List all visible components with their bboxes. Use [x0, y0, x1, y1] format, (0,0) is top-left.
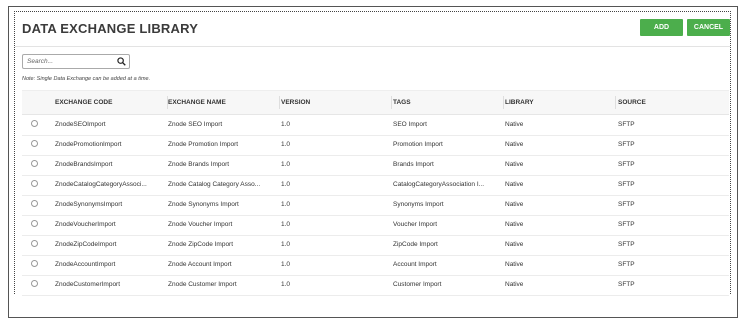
- header-library[interactable]: LIBRARY: [505, 99, 534, 106]
- cell-exchange-code: ZnodeBrandsImport: [55, 161, 113, 168]
- cell-tags: Synonyms Import: [393, 201, 444, 208]
- cell-source: SFTP: [618, 261, 635, 268]
- cell-library: Native: [505, 141, 524, 148]
- cell-exchange-name: Znode ZipCode Import: [168, 241, 234, 248]
- table-row[interactable]: ZnodeSEOImport Znode SEO Import 1.0 SEO …: [22, 115, 729, 136]
- cell-library: Native: [505, 201, 524, 208]
- cell-library: Native: [505, 121, 524, 128]
- table-row[interactable]: ZnodeVoucherImport Znode Voucher Import …: [22, 215, 729, 236]
- row-radio[interactable]: [31, 280, 38, 287]
- cell-library: Native: [505, 281, 524, 288]
- cell-exchange-name: Znode Promotion Import: [168, 141, 239, 148]
- cell-source: SFTP: [618, 141, 635, 148]
- cell-exchange-code: ZnodeAccountImport: [55, 261, 116, 268]
- table-row[interactable]: ZnodeCatalogCategoryAssoci... Znode Cata…: [22, 175, 729, 196]
- cell-library: Native: [505, 221, 524, 228]
- cell-exchange-name: Znode Customer Import: [168, 281, 237, 288]
- table-row[interactable]: ZnodeSynonymsImport Znode Synonyms Impor…: [22, 195, 729, 216]
- cell-tags: SEO Import: [393, 121, 427, 128]
- single-exchange-note: Note: Single Data Exchange can be added …: [22, 76, 151, 82]
- row-radio[interactable]: [31, 160, 38, 167]
- cell-version: 1.0: [281, 201, 291, 208]
- cell-source: SFTP: [618, 181, 635, 188]
- header-divider: [615, 96, 616, 109]
- cell-library: Native: [505, 261, 524, 268]
- cell-tags: Promotion Import: [393, 141, 443, 148]
- table-header: EXCHANGE CODE EXCHANGE NAME VERSION TAGS…: [22, 91, 729, 115]
- header-source[interactable]: SOURCE: [618, 99, 646, 106]
- cell-exchange-name: Znode Voucher Import: [168, 221, 233, 228]
- cell-source: SFTP: [618, 201, 635, 208]
- cell-version: 1.0: [281, 181, 291, 188]
- cell-version: 1.0: [281, 261, 291, 268]
- cell-tags: Customer Import: [393, 281, 442, 288]
- cell-exchange-name: Znode SEO Import: [168, 121, 223, 128]
- cell-exchange-code: ZnodeSynonymsImport: [55, 201, 123, 208]
- search-input[interactable]: Search...: [22, 54, 130, 69]
- cell-exchange-name: Znode Synonyms Import: [168, 201, 239, 208]
- cell-exchange-code: ZnodeCustomerImport: [55, 281, 121, 288]
- header-divider: [279, 96, 280, 109]
- cell-version: 1.0: [281, 121, 291, 128]
- header-version[interactable]: VERSION: [281, 99, 310, 106]
- cell-source: SFTP: [618, 241, 635, 248]
- cell-library: Native: [505, 161, 524, 168]
- cell-tags: ZipCode Import: [393, 241, 438, 248]
- row-radio[interactable]: [31, 260, 38, 267]
- table-row[interactable]: ZnodeCustomerImport Znode Customer Impor…: [22, 275, 729, 296]
- cell-source: SFTP: [618, 121, 635, 128]
- cell-version: 1.0: [281, 281, 291, 288]
- cell-version: 1.0: [281, 241, 291, 248]
- search-icon[interactable]: [117, 57, 126, 66]
- cell-exchange-name: Znode Brands Import: [168, 161, 230, 168]
- table-row[interactable]: ZnodePromotionImport Znode Promotion Imp…: [22, 135, 729, 156]
- dialog-header: DATA EXCHANGE LIBRARY ADD CANCEL: [15, 12, 730, 47]
- header-exchange-name[interactable]: EXCHANGE NAME: [168, 99, 226, 106]
- cell-source: SFTP: [618, 281, 635, 288]
- header-divider: [391, 96, 392, 109]
- cell-tags: CatalogCategoryAssociation I...: [393, 181, 485, 188]
- row-radio[interactable]: [31, 120, 38, 127]
- search-placeholder: Search...: [27, 58, 54, 65]
- header-tags[interactable]: TAGS: [393, 99, 411, 106]
- table-row[interactable]: ZnodeBrandsImport Znode Brands Import 1.…: [22, 155, 729, 176]
- cell-exchange-name: Znode Account Import: [168, 261, 232, 268]
- table-row[interactable]: ZnodeAccountImport Znode Account Import …: [22, 255, 729, 276]
- cell-tags: Voucher Import: [393, 221, 438, 228]
- cell-exchange-code: ZnodeZipCodeImport: [55, 241, 117, 248]
- row-radio[interactable]: [31, 240, 38, 247]
- header-exchange-code[interactable]: EXCHANGE CODE: [55, 99, 112, 106]
- cell-source: SFTP: [618, 221, 635, 228]
- cell-tags: Brands Import: [393, 161, 434, 168]
- data-exchange-library-dialog: DATA EXCHANGE LIBRARY ADD CANCEL Search.…: [14, 11, 731, 296]
- row-radio[interactable]: [31, 140, 38, 147]
- cell-exchange-code: ZnodePromotionImport: [55, 141, 122, 148]
- exchange-table: EXCHANGE CODE EXCHANGE NAME VERSION TAGS…: [22, 90, 729, 296]
- cell-exchange-code: ZnodeCatalogCategoryAssoci...: [55, 181, 147, 188]
- cell-exchange-name: Znode Catalog Category Asso...: [168, 181, 261, 188]
- cell-version: 1.0: [281, 141, 291, 148]
- row-radio[interactable]: [31, 180, 38, 187]
- table-row[interactable]: ZnodeZipCodeImport Znode ZipCode Import …: [22, 235, 729, 256]
- cell-exchange-code: ZnodeSEOImport: [55, 121, 106, 128]
- add-button[interactable]: ADD: [640, 19, 683, 36]
- page-title: DATA EXCHANGE LIBRARY: [22, 21, 199, 36]
- cell-source: SFTP: [618, 161, 635, 168]
- cell-tags: Account Import: [393, 261, 437, 268]
- row-radio[interactable]: [31, 220, 38, 227]
- row-radio[interactable]: [31, 200, 38, 207]
- cell-library: Native: [505, 241, 524, 248]
- header-divider: [503, 96, 504, 109]
- cell-exchange-code: ZnodeVoucherImport: [55, 221, 116, 228]
- cancel-button[interactable]: CANCEL: [687, 19, 730, 36]
- cell-library: Native: [505, 181, 524, 188]
- cell-version: 1.0: [281, 221, 291, 228]
- cell-version: 1.0: [281, 161, 291, 168]
